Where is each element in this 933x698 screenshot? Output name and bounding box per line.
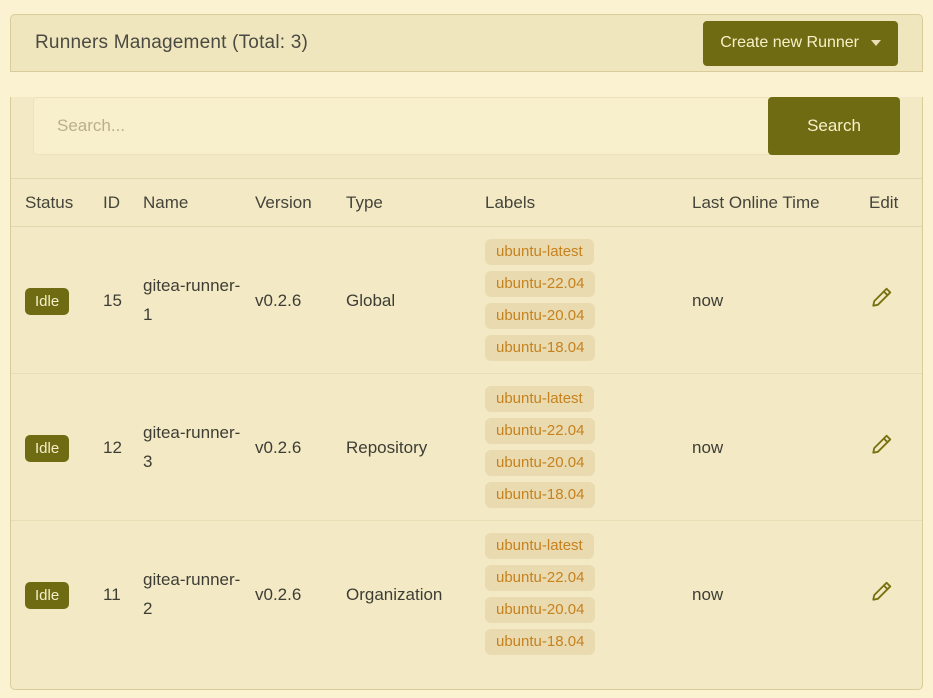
runner-label-pill: ubuntu-18.04 [485, 629, 595, 655]
runner-type: Global [346, 227, 485, 374]
edit-runner-button[interactable] [869, 284, 895, 310]
pencil-icon [871, 580, 893, 602]
edit-runner-button[interactable] [869, 578, 895, 604]
runner-labels: ubuntu-latest ubuntu-22.04 ubuntu-20.04 … [485, 533, 684, 655]
table-row-runner-11: Idle 11 gitea-runner-2 v0.2.6 Organizati… [11, 521, 922, 668]
runners-management-panel: Runners Management (Total: 3) Create new… [10, 14, 923, 690]
runner-label-pill: ubuntu-22.04 [485, 271, 595, 297]
runner-name: gitea-runner-2 [143, 521, 255, 668]
column-header-id: ID [103, 179, 143, 227]
create-new-runner-label: Create new Runner [720, 34, 859, 52]
panel-header: Runners Management (Total: 3) Create new… [10, 14, 923, 72]
column-header-labels: Labels [485, 179, 692, 227]
runner-label-pill: ubuntu-latest [485, 239, 594, 265]
page-title: Runners Management (Total: 3) [35, 32, 308, 54]
runner-name: gitea-runner-3 [143, 374, 255, 521]
status-badge: Idle [25, 582, 69, 609]
status-badge: Idle [25, 288, 69, 315]
last-online-time: now [692, 227, 869, 374]
runner-label-pill: ubuntu-18.04 [485, 335, 595, 361]
runner-version: v0.2.6 [255, 227, 346, 374]
search-input[interactable] [33, 97, 772, 155]
column-header-version: Version [255, 179, 346, 227]
search-button[interactable]: Search [768, 97, 900, 155]
runner-version: v0.2.6 [255, 374, 346, 521]
create-new-runner-button[interactable]: Create new Runner [703, 21, 898, 66]
pencil-icon [871, 286, 893, 308]
table-row-runner-12: Idle 12 gitea-runner-3 v0.2.6 Repository… [11, 374, 922, 521]
status-badge: Idle [25, 435, 69, 462]
runner-label-pill: ubuntu-20.04 [485, 450, 595, 476]
panel-body: Search Status ID Name Version Type Label… [10, 97, 923, 690]
runner-version: v0.2.6 [255, 521, 346, 668]
column-header-type: Type [346, 179, 485, 227]
runner-labels: ubuntu-latest ubuntu-22.04 ubuntu-20.04 … [485, 386, 684, 508]
last-online-time: now [692, 521, 869, 668]
table-header-row: Status ID Name Version Type Labels Last … [11, 179, 922, 227]
search-bar: Search [33, 97, 900, 155]
runner-label-pill: ubuntu-22.04 [485, 565, 595, 591]
runner-type: Repository [346, 374, 485, 521]
runners-table: Status ID Name Version Type Labels Last … [11, 178, 922, 667]
column-header-edit: Edit [869, 179, 922, 227]
last-online-time: now [692, 374, 869, 521]
runner-id: 12 [103, 374, 143, 521]
table-row-runner-15: Idle 15 gitea-runner-1 v0.2.6 Global ubu… [11, 227, 922, 374]
runner-labels: ubuntu-latest ubuntu-22.04 ubuntu-20.04 … [485, 239, 684, 361]
runner-label-pill: ubuntu-18.04 [485, 482, 595, 508]
runner-label-pill: ubuntu-latest [485, 533, 594, 559]
runner-label-pill: ubuntu-22.04 [485, 418, 595, 444]
column-header-name: Name [143, 179, 255, 227]
column-header-last-online-time: Last Online Time [692, 179, 869, 227]
runner-id: 15 [103, 227, 143, 374]
runner-type: Organization [346, 521, 485, 668]
edit-runner-button[interactable] [869, 431, 895, 457]
runner-name: gitea-runner-1 [143, 227, 255, 374]
runner-label-pill: ubuntu-latest [485, 386, 594, 412]
pencil-icon [871, 433, 893, 455]
runner-label-pill: ubuntu-20.04 [485, 303, 595, 329]
caret-down-icon [871, 40, 881, 46]
runner-label-pill: ubuntu-20.04 [485, 597, 595, 623]
runner-id: 11 [103, 521, 143, 668]
column-header-status: Status [11, 179, 103, 227]
